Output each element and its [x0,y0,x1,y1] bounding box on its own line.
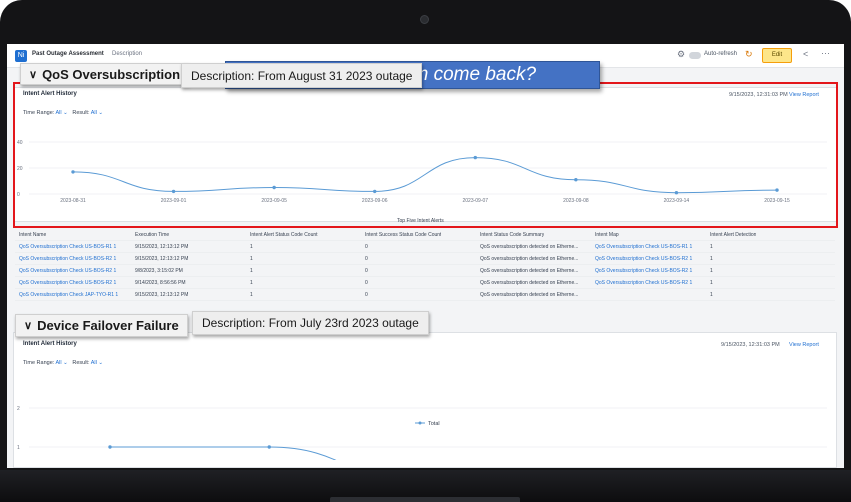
time-range-label: Time Range: [23,360,55,366]
intent-name-link[interactable]: QoS Oversubscription Check US-BOS-R2 1 [19,268,131,274]
failover-view-report-link[interactable]: View Report [789,342,819,348]
camera-icon [420,15,429,24]
status-summary: QoS oversubscription detected on Etherne… [480,280,579,286]
share-icon[interactable]: < [803,49,808,59]
col-alert-detection[interactable]: Intent Alert Detection [710,232,756,238]
status-summary: QoS oversubscription detected on Etherne… [480,292,579,298]
app-logo-icon: Ni [15,50,27,62]
edit-button[interactable]: Edit [762,48,792,63]
intent-map-link[interactable]: QoS Oversubscription Check US-BOS-R2 1 [595,256,707,262]
y-tick-label: 1 [17,445,20,451]
alert-count: 1 [250,256,253,262]
time-range-select[interactable]: All ⌄ [56,360,68,366]
col-execution-time[interactable]: Execution Time [135,232,169,238]
laptop-notch [330,497,520,502]
intent-map-link[interactable]: QoS Oversubscription Check US-BOS-R2 1 [595,280,707,286]
section-description-failover: Description: From July 23rd 2023 outage [192,311,429,335]
chevron-down-icon: ∨ [29,68,38,81]
col-intent-name[interactable]: Intent Name [19,232,46,238]
section-header-failover[interactable]: ∨ Device Failover Failure [15,314,188,337]
col-success-count[interactable]: Intent Success Status Code Count [365,232,441,238]
table-row: QoS Oversubscription Check US-BOS-R2 1 9… [15,265,835,277]
table-row: QoS Oversubscription Check US-BOS-R2 1 9… [15,277,835,289]
intent-name-link[interactable]: QoS Oversubscription Check US-BOS-R1 1 [19,244,131,250]
page-description[interactable]: Description [112,51,142,57]
intent-name-link[interactable]: QoS Oversubscription Check US-BOS-R2 1 [19,280,131,286]
refresh-icon[interactable]: ↻ [745,49,753,60]
execution-time: 9/15/2023, 12:13:12 PM [135,256,189,262]
result-select[interactable]: All ⌄ [91,360,103,366]
section-title: Device Failover Failure [37,318,179,333]
success-count: 0 [365,280,368,286]
success-count: 0 [365,256,368,262]
top-alerts-table: Intent Name Execution Time Intent Alert … [15,229,835,301]
data-point [108,445,112,449]
execution-time: 9/15/2023, 12:13:12 PM [135,244,189,250]
alert-count: 1 [250,292,253,298]
y-tick-label: 2 [17,406,20,412]
page-title: Past Outage Assessment [32,51,104,57]
chevron-down-icon: ∨ [24,320,33,332]
col-intent-map[interactable]: Intent Map [595,232,619,238]
table-header-row: Intent Name Execution Time Intent Alert … [15,229,835,241]
auto-refresh-toggle[interactable] [689,52,701,59]
alert-count: 1 [250,280,253,286]
highlight-box [13,82,838,228]
section-title: QoS Oversubscription [42,66,181,82]
intent-name-link[interactable]: QoS Oversubscription Check US-BOS-R2 1 [19,256,131,262]
status-summary: QoS oversubscription detected on Etherne… [480,244,579,250]
failover-timestamp: 9/15/2023, 12:31:03 PM [721,342,780,348]
settings-icon[interactable]: ⚙ [677,49,685,60]
alert-count: 1 [250,268,253,274]
alert-detection: 1 [710,280,713,286]
status-summary: QoS oversubscription detected on Etherne… [480,268,579,274]
series-line [109,446,337,460]
col-status-summary[interactable]: Intent Status Code Summary [480,232,544,238]
legend-label: Total [428,421,440,427]
table-row: QoS Oversubscription Check JAP-TYO-R1 1 … [15,289,835,301]
alert-detection: 1 [710,256,713,262]
alert-detection: 1 [710,268,713,274]
more-icon[interactable]: ··· [821,48,830,58]
intent-map-link[interactable]: QoS Oversubscription Check US-BOS-R1 1 [595,244,707,250]
success-count: 0 [365,292,368,298]
intent-map-link[interactable]: QoS Oversubscription Check US-BOS-R2 1 [595,268,707,274]
success-count: 0 [365,268,368,274]
failover-alert-chart: Total 012 9/15/2023, 12:13:08 PM9/15/202… [17,406,827,460]
execution-time: 9/14/2023, 8:56:56 PM [135,280,186,286]
failover-filters: Time Range: All ⌄ Result: All ⌄ [23,360,103,366]
execution-time: 9/8/2023, 3:15:02 PM [135,268,183,274]
status-summary: QoS oversubscription detected on Etherne… [480,256,579,262]
failover-panel-title: Intent Alert History [23,341,77,347]
data-point [267,445,271,449]
auto-refresh-label: Auto-refresh [704,51,738,57]
alert-detection: 1 [710,244,713,250]
table-row: QoS Oversubscription Check US-BOS-R1 1 9… [15,241,835,253]
section-header-qos[interactable]: ∨ QoS Oversubscription [20,63,190,85]
alert-detection: 1 [710,292,713,298]
col-alert-count[interactable]: Intent Alert Status Code Count [250,232,318,238]
intent-name-link[interactable]: QoS Oversubscription Check JAP-TYO-R1 1 [19,292,131,298]
table-row: QoS Oversubscription Check US-BOS-R2 1 9… [15,253,835,265]
success-count: 0 [365,244,368,250]
result-label: Result: [72,360,90,366]
legend-marker [418,421,422,425]
alert-count: 1 [250,244,253,250]
section-description-qos: Description: From August 31 2023 outage [181,63,423,88]
execution-time: 9/15/2023, 12:13:12 PM [135,292,189,298]
